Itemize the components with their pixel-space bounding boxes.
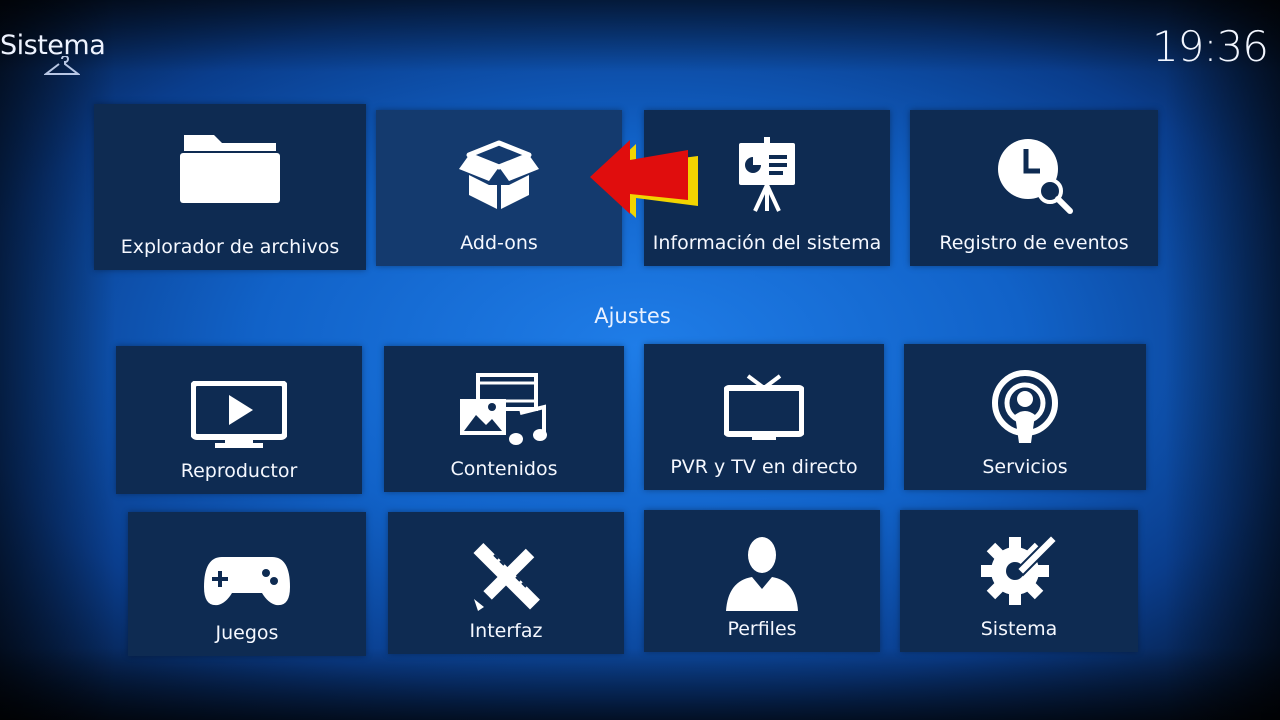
tile-system[interactable]: Sistema: [900, 510, 1138, 652]
tile-label: Registro de eventos: [939, 232, 1129, 254]
podcast-icon: [992, 370, 1058, 443]
tile-label: Información del sistema: [652, 232, 882, 254]
section-title: Ajustes: [594, 304, 671, 328]
tile-label: Interfaz: [469, 620, 543, 642]
tile-profiles[interactable]: Perfiles: [644, 510, 880, 652]
tv-icon: [724, 374, 804, 440]
tile-label: Explorador de archivos: [120, 236, 340, 258]
gamepad-icon: [204, 557, 290, 606]
tile-label: Sistema: [980, 618, 1058, 640]
gear-wrench-icon: [981, 533, 1059, 605]
tile-label: PVR y TV en directo: [670, 456, 858, 478]
presentation-icon: [739, 137, 795, 212]
tile-label: Juegos: [215, 622, 279, 644]
tile-label: Add-ons: [460, 232, 538, 254]
tile-label: Reproductor: [180, 460, 298, 482]
tile-label: Contenidos: [450, 458, 558, 480]
hanger-icon: [44, 56, 80, 75]
red-arrow-icon: [590, 140, 698, 218]
box-icon: [459, 140, 539, 209]
folder-icon: [180, 135, 280, 203]
clock: 19:36: [1151, 22, 1269, 71]
pencil-ruler-icon: [473, 543, 540, 611]
user-icon: [726, 537, 798, 611]
tile-label: Servicios: [982, 456, 1068, 478]
tile-media[interactable]: Contenidos: [384, 346, 624, 492]
tile-games[interactable]: Juegos: [128, 512, 366, 656]
tile-file-explorer[interactable]: Explorador de archivos: [94, 104, 366, 270]
tile-event-log[interactable]: Registro de eventos: [910, 110, 1158, 266]
tile-services[interactable]: Servicios: [904, 344, 1146, 490]
tile-label: Perfiles: [727, 618, 797, 640]
media-icon: [460, 373, 547, 445]
monitor-play-icon: [191, 381, 287, 448]
tile-interface[interactable]: Interfaz: [388, 512, 624, 654]
tile-player[interactable]: Reproductor: [116, 346, 362, 494]
tile-pvr-live-tv[interactable]: PVR y TV en directo: [644, 344, 884, 490]
clock-search-icon: [998, 139, 1073, 214]
